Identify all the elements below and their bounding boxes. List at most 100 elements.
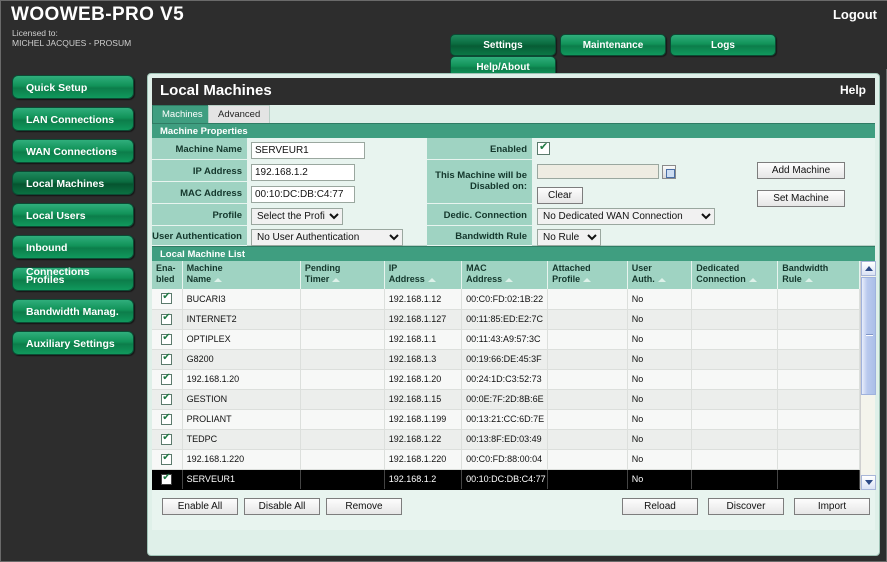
mac-address-input[interactable] — [251, 186, 355, 203]
profile-select[interactable]: Select the Profile — [251, 208, 343, 225]
table-row[interactable]: 192.168.1.20192.168.1.2000:24:1D:C3:52:7… — [152, 369, 860, 390]
cell-enabled[interactable] — [152, 329, 183, 350]
table-row[interactable]: TEDPC 192.168.1.2200:13:8F:ED:03:49 No — [152, 429, 860, 450]
add-machine-button[interactable]: Add Machine — [757, 162, 845, 179]
table-row[interactable]: SERVEUR1 192.168.1.200:10:DC:DB:C4:77 No — [152, 469, 860, 490]
clear-button[interactable]: Clear — [537, 187, 583, 204]
tab-machines[interactable]: Machines — [152, 105, 213, 123]
reload-button[interactable]: Reload — [622, 497, 698, 515]
col-header-bandwidth-rule[interactable]: Bandwidth Rule — [777, 261, 860, 289]
sidebar-item-quick-setup[interactable]: Quick Setup — [12, 75, 134, 99]
field-profile: Select the Profile — [251, 206, 343, 225]
col-header-enabled[interactable]: Ena- bled — [152, 261, 183, 289]
machine-name-input[interactable] — [251, 142, 365, 159]
application-window: WOOWEB-PRO V5 Licensed to: MICHEL JACQUES… — [0, 0, 887, 562]
disable-all-button[interactable]: Disable All — [244, 497, 320, 515]
enable-all-button[interactable]: Enable All — [162, 497, 238, 515]
row-enabled-checkbox[interactable] — [161, 291, 173, 305]
table-row[interactable]: G8200 192.168.1.300:19:66:DE:45:3F No — [152, 349, 860, 370]
sidebar-item-lan-connections[interactable]: LAN Connections — [12, 107, 134, 131]
bandwidth-rule-select[interactable]: No Rule — [537, 229, 601, 246]
disabled-on-input[interactable] — [537, 164, 659, 180]
cell-dedicated-connection — [691, 469, 779, 490]
sidebar-item-local-users[interactable]: Local Users — [12, 203, 134, 227]
row-enabled-checkbox[interactable] — [161, 332, 173, 345]
cell-enabled[interactable] — [152, 289, 183, 310]
table-row[interactable]: OPTIPLEX 192.168.1.100:11:43:A9:57:3C No — [152, 329, 860, 350]
section-machine-properties: Machine Properties — [152, 123, 875, 138]
tab-advanced[interactable]: Advanced — [208, 105, 271, 123]
scroll-down-icon[interactable] — [861, 475, 876, 490]
sort-arrow-icon[interactable] — [214, 277, 223, 282]
col-header-attached-profile[interactable]: Attached Profile — [547, 261, 628, 289]
sort-arrow-icon[interactable] — [804, 277, 813, 282]
sort-arrow-icon[interactable] — [427, 277, 436, 282]
col-header-machine-name[interactable]: Machine Name — [182, 261, 301, 289]
table-scrollbar[interactable] — [860, 261, 876, 490]
nav-button-settings[interactable]: Settings — [450, 34, 556, 56]
row-enabled-checkbox[interactable] — [161, 392, 173, 405]
cell-dedicated-connection — [691, 329, 779, 350]
sidebar-item-wan-connections[interactable]: WAN Connections — [12, 139, 134, 163]
col-header-pending-timer[interactable]: Pending Timer — [300, 261, 385, 289]
cell-enabled[interactable] — [152, 369, 183, 390]
row-enabled-checkbox[interactable] — [161, 452, 173, 465]
cell-enabled[interactable] — [152, 449, 183, 470]
ip-address-input[interactable] — [251, 164, 355, 181]
table-row[interactable]: GESTION 192.168.1.1500:0E:7F:2D:8B:6E No — [152, 389, 860, 410]
cell-enabled[interactable] — [152, 409, 183, 430]
cell-enabled[interactable] — [152, 389, 183, 410]
table-row[interactable]: PROLIANT 192.168.1.19900:13:21:CC:6D:7E No — [152, 409, 860, 430]
sidebar-item-inbound-connections[interactable]: Inbound Connections — [12, 235, 134, 278]
row-enabled-checkbox[interactable] — [161, 472, 173, 485]
col-header-mac-address[interactable]: MAC Address — [461, 261, 549, 289]
logout-link[interactable]: Logout — [833, 7, 877, 22]
cell-dedicated-connection — [691, 429, 779, 450]
user-authentication-select[interactable]: No User Authentication — [251, 229, 403, 246]
sort-arrow-icon[interactable] — [657, 277, 666, 282]
remove-button[interactable]: Remove — [326, 497, 402, 515]
col-label-mac-address: MAC Address — [466, 263, 503, 284]
sidebar-item-auxiliary-settings[interactable]: Auxiliary Settings — [12, 331, 134, 355]
scrollbar-thumb[interactable] — [861, 277, 876, 395]
cell-machine-name: INTERNET2 — [182, 309, 301, 330]
cell-mac-address: 00:11:43:A9:57:3C — [461, 329, 549, 350]
cell-enabled[interactable] — [152, 309, 183, 330]
cell-bandwidth-rule — [777, 449, 860, 470]
nav-button-logs[interactable]: Logs — [670, 34, 776, 56]
table-row[interactable]: BUCARI3 192.168.1.1200:C0:FD:02:1B:22 No — [152, 289, 860, 310]
row-enabled-checkbox[interactable] — [161, 312, 173, 325]
sort-arrow-icon[interactable] — [332, 277, 341, 282]
sidebar-item-local-machines[interactable]: Local Machines — [12, 171, 134, 195]
cell-enabled[interactable] — [152, 349, 183, 370]
sort-arrow-icon[interactable] — [505, 277, 514, 282]
calendar-icon[interactable] — [662, 164, 676, 179]
table-row[interactable]: INTERNET2 192.168.1.12700:11:85:ED:E2:7C N… — [152, 309, 860, 330]
row-enabled-checkbox[interactable] — [161, 412, 173, 425]
table-row[interactable]: 192.168.1.220192.168.1.22000:C0:FD:88:00… — [152, 449, 860, 470]
row-enabled-checkbox[interactable] — [161, 432, 173, 445]
scroll-up-icon[interactable] — [861, 261, 876, 276]
machine-table: Ena- bled Machine Name Pending Timer IP … — [152, 261, 860, 490]
col-header-user-auth[interactable]: User Auth. — [627, 261, 693, 289]
label-disabled-on: This Machine will be Disabled on: — [427, 160, 532, 204]
col-header-ip-address[interactable]: IP Address — [384, 261, 463, 289]
enabled-checkbox[interactable] — [537, 140, 550, 155]
discover-button[interactable]: Discover — [708, 497, 784, 515]
dedic-connection-select[interactable]: No Dedicated WAN Connection — [537, 208, 715, 225]
set-machine-button[interactable]: Set Machine — [757, 190, 845, 207]
row-enabled-checkbox[interactable] — [161, 352, 173, 365]
sidebar-item-bandwidth-manag[interactable]: Bandwidth Manag. — [12, 299, 134, 323]
cell-machine-name: OPTIPLEX — [182, 329, 301, 350]
col-header-dedicated-connection[interactable]: Dedicated Connection — [691, 261, 779, 289]
row-enabled-checkbox[interactable] — [161, 372, 173, 385]
field-disabled-on: Clear — [537, 163, 676, 204]
cell-user-auth: No — [627, 409, 693, 430]
help-link[interactable]: Help — [840, 83, 866, 97]
cell-enabled[interactable] — [152, 469, 183, 490]
nav-button-maintenance[interactable]: Maintenance — [560, 34, 666, 56]
sort-arrow-icon[interactable] — [583, 277, 592, 282]
cell-enabled[interactable] — [152, 429, 183, 450]
sort-arrow-icon[interactable] — [748, 277, 757, 282]
import-button[interactable]: Import — [794, 497, 870, 515]
